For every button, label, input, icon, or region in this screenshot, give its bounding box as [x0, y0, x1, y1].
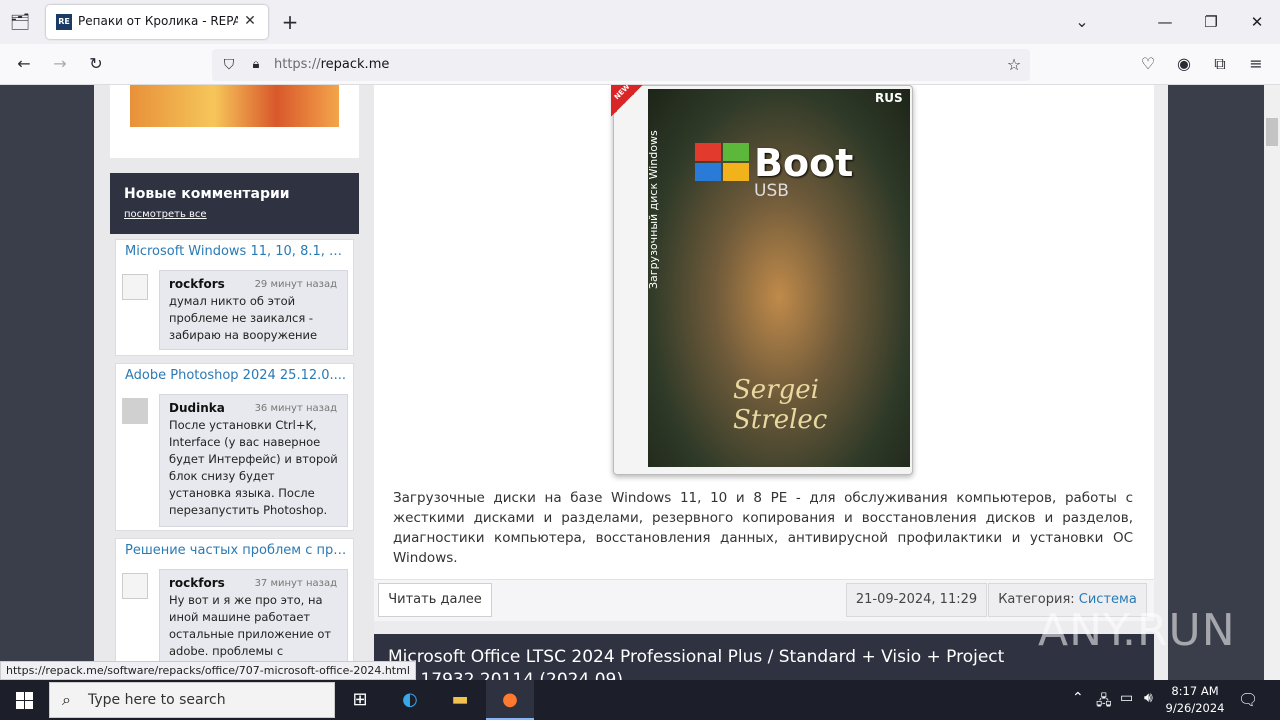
- comments-heading-text: Новые комментарии: [124, 186, 290, 202]
- browser-tab[interactable]: RE Репаки от Кролика - REPACK.ME ✕: [46, 5, 268, 39]
- start-button[interactable]: [0, 680, 48, 720]
- comment-card: Adobe Photoshop 2024 25.12.0.... Dudinka…: [115, 363, 354, 531]
- comments-more-link[interactable]: посмотреть все: [124, 209, 207, 220]
- lock-icon[interactable]: 🔒︎: [242, 51, 270, 79]
- list-all-tabs-icon[interactable]: ⌄: [1068, 8, 1096, 36]
- cover-boot-text: Boot: [754, 141, 854, 185]
- clock-time: 8:17 AM: [1171, 684, 1219, 698]
- notifications-icon[interactable]: 🗨: [1238, 690, 1258, 709]
- display-icon[interactable]: ▭: [1120, 690, 1133, 706]
- new-ribbon: NEW: [611, 85, 645, 117]
- url-text[interactable]: https://repack.me: [274, 57, 389, 72]
- edge-icon[interactable]: ◐: [386, 680, 434, 720]
- comment-time: 37 минут назад: [254, 578, 337, 589]
- navigation-bar: ← → ↻ ⛉ 🔒︎ https://repack.me ☆ ♡ ◉ ⧉ ≡: [0, 44, 1280, 85]
- url-bar[interactable]: ⛉ 🔒︎ https://repack.me ☆: [212, 49, 1030, 81]
- clock-date: 9/26/2024: [1165, 701, 1225, 715]
- cover-usb-text: USB: [754, 181, 789, 201]
- avatar: [122, 274, 148, 300]
- anyrun-watermark: ANY.RUN: [1038, 605, 1236, 656]
- bookmark-star-icon[interactable]: ☆: [1000, 51, 1028, 79]
- taskbar-clock[interactable]: 8:17 AM 9/26/2024: [1160, 683, 1230, 717]
- taskbar-search-box[interactable]: ⌕ Type here to search: [49, 682, 335, 718]
- extensions-icon[interactable]: ⧉: [1206, 50, 1234, 78]
- comment-title-link[interactable]: Adobe Photoshop 2024 25.12.0....: [125, 368, 350, 383]
- restore-button[interactable]: ❐: [1188, 7, 1234, 37]
- volume-icon[interactable]: 🔊︎: [1144, 690, 1153, 706]
- task-view-icon[interactable]: ⊞: [336, 680, 384, 720]
- status-link-preview: https://repack.me/software/repacks/offic…: [0, 661, 416, 680]
- comment-time: 36 минут назад: [254, 403, 337, 414]
- taskbar: ⌕ Type here to search ⊞ ◐ ▬ ● ⌃ 🖧 ▭ 🔊︎ 8…: [0, 680, 1280, 720]
- close-window-button[interactable]: ✕: [1234, 7, 1280, 37]
- firefox-icon[interactable]: ●: [486, 680, 534, 720]
- comment-bubble: rockfors 29 минут назад думал никто об э…: [159, 270, 348, 350]
- avatar: [122, 573, 148, 599]
- tab-title: Репаки от Кролика - REPACK.ME: [78, 14, 238, 28]
- file-explorer-icon[interactable]: ▬: [436, 680, 484, 720]
- comment-title-link[interactable]: Решение частых проблем с про...: [125, 543, 350, 558]
- search-placeholder: Type here to search: [88, 692, 226, 708]
- logo-square: [723, 143, 749, 161]
- shield-icon[interactable]: ⛉: [215, 51, 243, 79]
- tab-bar: 🗂 RE Репаки от Кролика - REPACK.ME ✕ + ⌄…: [0, 0, 1280, 44]
- menu-icon[interactable]: ≡: [1242, 50, 1270, 78]
- sidebar-banner-image[interactable]: [130, 85, 339, 127]
- back-icon[interactable]: ←: [10, 50, 38, 78]
- page-scrollbar[interactable]: [1264, 85, 1280, 680]
- cover-rus-text: RUS: [875, 91, 903, 105]
- favicon-icon: RE: [56, 14, 72, 30]
- cover-side-text: Загрузочный диск Windows: [647, 130, 660, 289]
- article-description: Загрузочные диски на базе Windows 11, 10…: [393, 490, 1133, 566]
- logo-square: [695, 163, 721, 181]
- comment-text: думал никто об этой проблеме не заикался…: [169, 294, 318, 342]
- avatar: [122, 398, 148, 424]
- account-icon[interactable]: ◉: [1170, 50, 1198, 78]
- logo-square: [695, 143, 721, 161]
- search-icon: ⌕: [62, 690, 71, 709]
- forward-icon[interactable]: →: [46, 50, 74, 78]
- tab-list-icon[interactable]: 🗂: [6, 8, 34, 36]
- comments-heading: Новые комментарии посмотреть все: [110, 173, 359, 234]
- read-more-button[interactable]: Читать далее: [378, 583, 492, 617]
- comment-time: 29 минут назад: [254, 279, 337, 290]
- minimize-button[interactable]: —: [1142, 7, 1188, 37]
- comment-title-link[interactable]: Microsoft Windows 11, 10, 8.1, 7,...: [125, 244, 350, 259]
- new-tab-button[interactable]: +: [276, 8, 304, 36]
- reload-icon[interactable]: ↻: [82, 50, 110, 78]
- comment-bubble: Dudinka 36 минут назад После установки C…: [159, 394, 348, 527]
- page-viewport: Новые комментарии посмотреть все Microso…: [0, 85, 1264, 680]
- logo-square: [723, 163, 749, 181]
- cover-signature: Sergei Strelec: [733, 375, 828, 435]
- product-cover-image[interactable]: NEW Boot USB RUS Загрузочный диск Window…: [611, 85, 913, 475]
- comment-card: Microsoft Windows 11, 10, 8.1, 7,... roc…: [115, 239, 354, 356]
- pocket-icon[interactable]: ♡: [1134, 50, 1162, 78]
- comment-card: Решение частых проблем с про... rockfors…: [115, 538, 354, 680]
- article-date: 21-09-2024, 11:29: [846, 583, 987, 617]
- network-icon[interactable]: 🖧: [1096, 690, 1112, 714]
- comment-text: После установки Ctrl+K, Interface (у вас…: [169, 418, 338, 517]
- tray-chevron-icon[interactable]: ⌃: [1072, 690, 1084, 706]
- next-article-title[interactable]: Microsoft Office LTSC 2024 Professional …: [374, 634, 1154, 680]
- tab-close-icon[interactable]: ✕: [240, 11, 260, 31]
- scrollbar-thumb[interactable]: [1266, 118, 1278, 146]
